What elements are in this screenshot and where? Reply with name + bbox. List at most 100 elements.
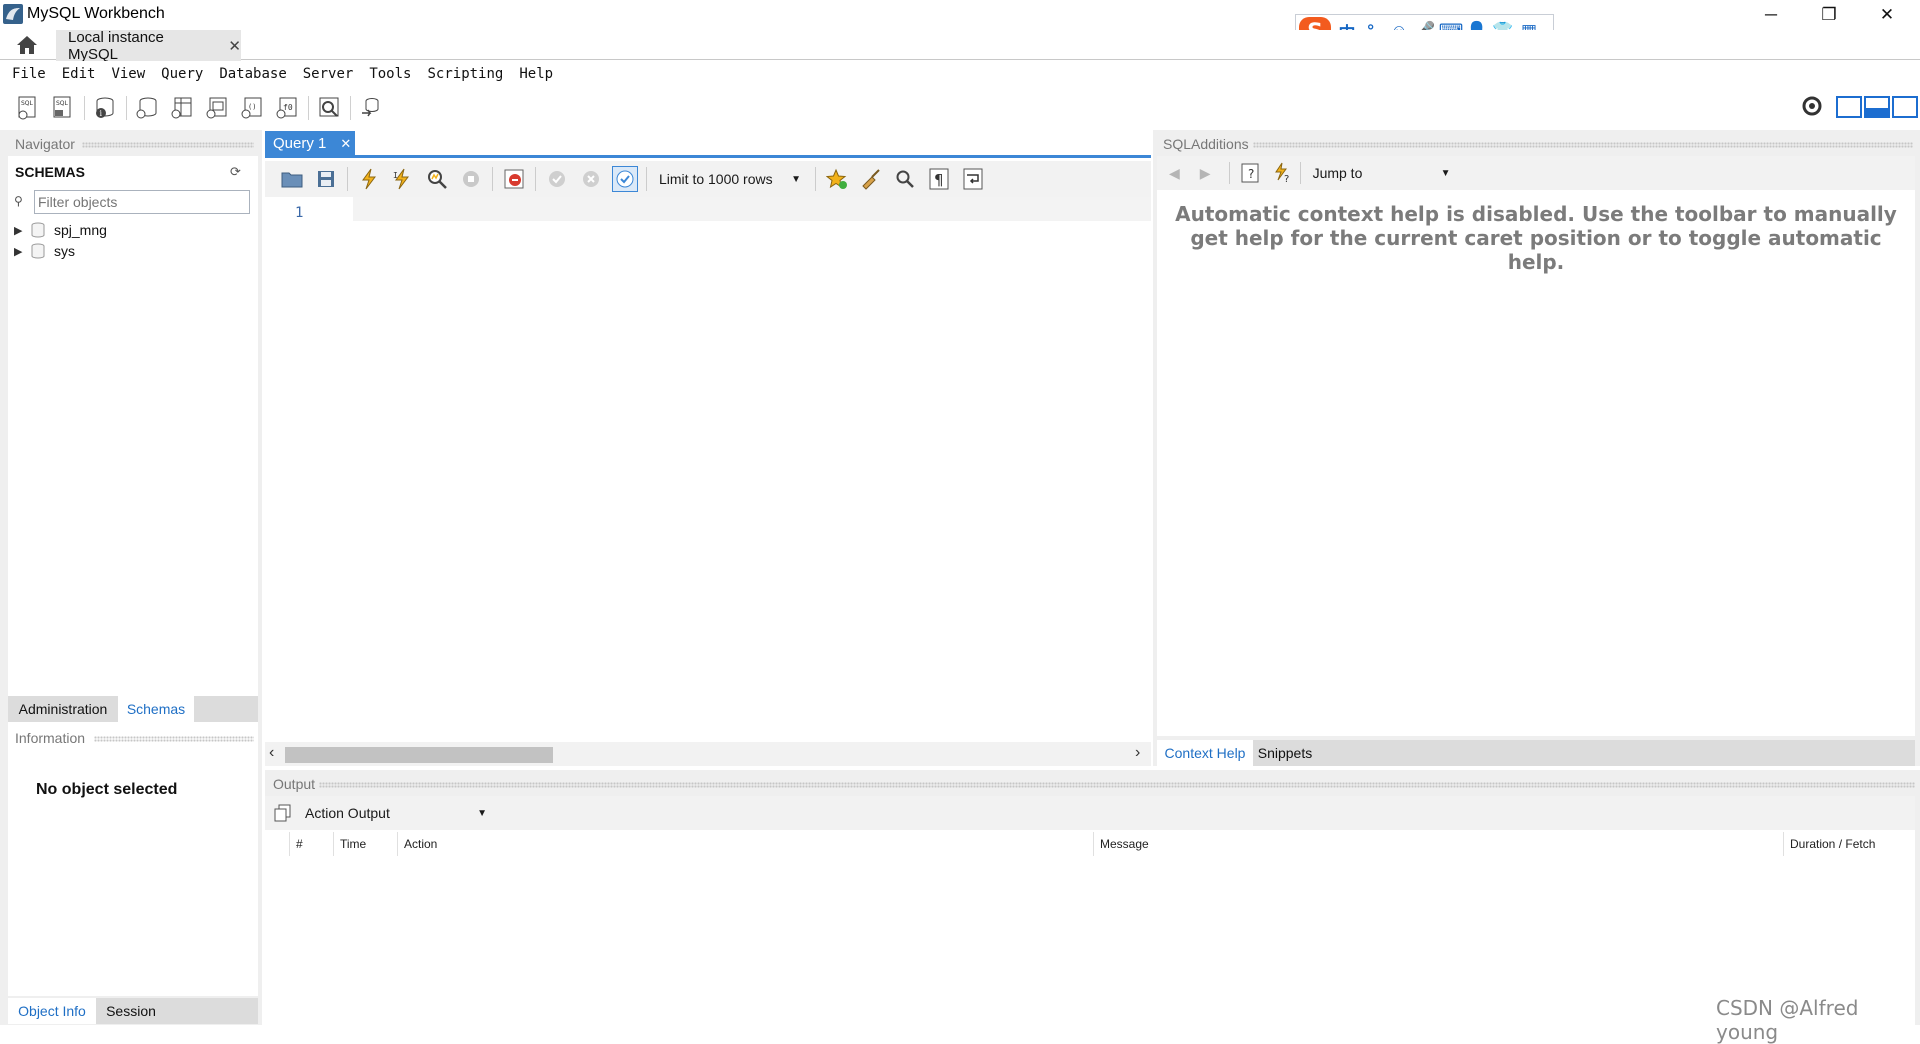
- reconnect-button[interactable]: [357, 94, 385, 122]
- restore-button[interactable]: ❐: [1800, 0, 1858, 30]
- output-table-header: # Time Action Message Duration / Fetch: [265, 832, 1915, 856]
- toggle-secondary-sidebar-button[interactable]: [1892, 96, 1918, 118]
- search-table-data-button[interactable]: [315, 94, 343, 122]
- connection-tab-label: Local instance MySQL: [68, 28, 164, 63]
- toggle-stop-on-error-button[interactable]: [501, 166, 527, 192]
- scrollbar-thumb[interactable]: [285, 747, 553, 763]
- manual-help-icon[interactable]: ?: [1240, 162, 1262, 184]
- close-icon: ✕: [1879, 5, 1895, 24]
- tab-administration[interactable]: Administration: [8, 696, 118, 722]
- inspector-button[interactable]: i: [91, 94, 119, 122]
- sql-editor[interactable]: 1: [265, 197, 1151, 737]
- window-title: MySQL Workbench: [27, 5, 165, 22]
- db-info-icon: i: [96, 97, 114, 118]
- toggle-autocommit-button[interactable]: [612, 166, 638, 192]
- tab-object-info[interactable]: Object Info: [8, 998, 96, 1024]
- information-panel: No object selected: [8, 756, 258, 996]
- column-duration-header[interactable]: Duration / Fetch: [1783, 832, 1911, 856]
- create-schema-button[interactable]: [133, 94, 161, 122]
- expand-arrow-icon[interactable]: ▶: [14, 245, 28, 258]
- open-sql-script-button[interactable]: SQL: [49, 94, 77, 122]
- create-procedure-button[interactable]: (): [238, 94, 266, 122]
- close-window-button[interactable]: ✕: [1858, 0, 1916, 30]
- create-table-icon: [171, 97, 192, 119]
- copy-icon[interactable]: [273, 803, 293, 823]
- back-arrow-icon[interactable]: ◀: [1169, 165, 1180, 182]
- refresh-schemas-icon[interactable]: ⟳: [230, 164, 241, 180]
- menu-edit[interactable]: Edit: [54, 66, 104, 82]
- sql-additions-toolbar: ◀ ▶ ? ? Jump to ▼: [1157, 156, 1915, 190]
- jump-to-select[interactable]: Jump to ▼: [1307, 161, 1457, 185]
- menu-file[interactable]: File: [4, 66, 54, 82]
- add-snippet-button[interactable]: [824, 166, 850, 192]
- column-time-header[interactable]: Time: [333, 832, 397, 856]
- schema-item-spj-mng[interactable]: ▶ spj_mng: [14, 220, 107, 240]
- explain-button[interactable]: [424, 166, 450, 192]
- create-view-button[interactable]: [203, 94, 231, 122]
- menu-database[interactable]: Database: [211, 66, 294, 82]
- svg-text:SQL: SQL: [21, 100, 34, 107]
- scroll-right-icon[interactable]: ›: [1135, 744, 1140, 762]
- query-tab[interactable]: Query 1 ✕: [265, 131, 355, 156]
- home-button[interactable]: [8, 31, 45, 59]
- toggle-invisibles-button[interactable]: ¶: [926, 166, 952, 192]
- column-number-header[interactable]: #: [289, 832, 331, 856]
- tab-snippets[interactable]: Snippets: [1253, 740, 1317, 766]
- close-tab-icon[interactable]: ✕: [228, 37, 241, 55]
- mysql-workbench-app-icon: [3, 4, 23, 24]
- menu-server[interactable]: Server: [295, 66, 362, 82]
- schema-item-sys[interactable]: ▶ sys: [14, 241, 75, 261]
- menu-help[interactable]: Help: [511, 66, 561, 82]
- beautify-button[interactable]: [858, 166, 884, 192]
- title-divider: [82, 142, 254, 148]
- menu-scripting[interactable]: Scripting: [419, 66, 511, 82]
- auto-help-icon[interactable]: ?: [1272, 162, 1294, 184]
- title-divider: [319, 782, 1915, 788]
- execute-current-statement-button[interactable]: I: [390, 166, 416, 192]
- menu-tools[interactable]: Tools: [361, 66, 419, 82]
- commit-button[interactable]: [544, 166, 570, 192]
- new-sql-tab-button[interactable]: SQL: [14, 94, 42, 122]
- limit-rows-select[interactable]: Limit to 1000 rows ▼: [655, 167, 805, 191]
- toggle-sidebar-button[interactable]: [1836, 96, 1862, 118]
- editor-horizontal-scrollbar[interactable]: ‹ ›: [265, 742, 1151, 766]
- connection-tab[interactable]: Local instance MySQL ✕: [56, 28, 241, 63]
- filter-objects-input[interactable]: [34, 190, 250, 214]
- find-button[interactable]: [892, 166, 918, 192]
- minimize-button[interactable]: ─: [1742, 0, 1800, 30]
- pilcrow-icon: ¶: [929, 168, 949, 190]
- navigator-tabs: Administration Schemas: [8, 696, 258, 722]
- check-icon: [549, 171, 565, 187]
- toggle-word-wrap-button[interactable]: [960, 166, 986, 192]
- output-type-select[interactable]: Action Output ▼: [301, 801, 491, 825]
- forward-arrow-icon[interactable]: ▶: [1200, 165, 1211, 182]
- create-table-button[interactable]: [168, 94, 196, 122]
- context-help-area: ◀ ▶ ? ? Jump to ▼ Automatic context help…: [1157, 156, 1915, 736]
- column-action-header[interactable]: Action: [397, 832, 1093, 856]
- tab-context-help[interactable]: Context Help: [1157, 740, 1253, 766]
- toggle-output-button[interactable]: [1864, 96, 1890, 118]
- watermark-text: CSDN @Alfred young: [1716, 996, 1859, 1044]
- menu-view[interactable]: View: [103, 66, 153, 82]
- expand-arrow-icon[interactable]: ▶: [14, 224, 28, 237]
- tab-session[interactable]: Session: [96, 998, 166, 1024]
- output-title: Output: [273, 776, 316, 792]
- scroll-left-icon[interactable]: ‹: [269, 744, 274, 762]
- menu-query[interactable]: Query: [153, 66, 211, 82]
- home-icon: [16, 36, 37, 54]
- tab-schemas[interactable]: Schemas: [118, 696, 194, 722]
- execute-button[interactable]: [356, 166, 382, 192]
- create-function-icon: f0: [276, 97, 297, 119]
- rollback-button[interactable]: [578, 166, 604, 192]
- search-icon: ⚲: [14, 194, 23, 208]
- column-message-header[interactable]: Message: [1093, 832, 1789, 856]
- close-query-tab-icon[interactable]: ✕: [340, 136, 351, 152]
- stop-button[interactable]: [458, 166, 484, 192]
- open-script-button[interactable]: [279, 166, 305, 192]
- folder-open-icon: [281, 172, 303, 188]
- sql-additions-tabs: Context Help Snippets: [1157, 740, 1915, 766]
- create-function-button[interactable]: f0: [273, 94, 301, 122]
- save-script-button[interactable]: [313, 166, 339, 192]
- title-bar: MySQL Workbench ─ ❐ ✕: [0, 0, 1920, 30]
- preferences-button[interactable]: [1800, 94, 1826, 120]
